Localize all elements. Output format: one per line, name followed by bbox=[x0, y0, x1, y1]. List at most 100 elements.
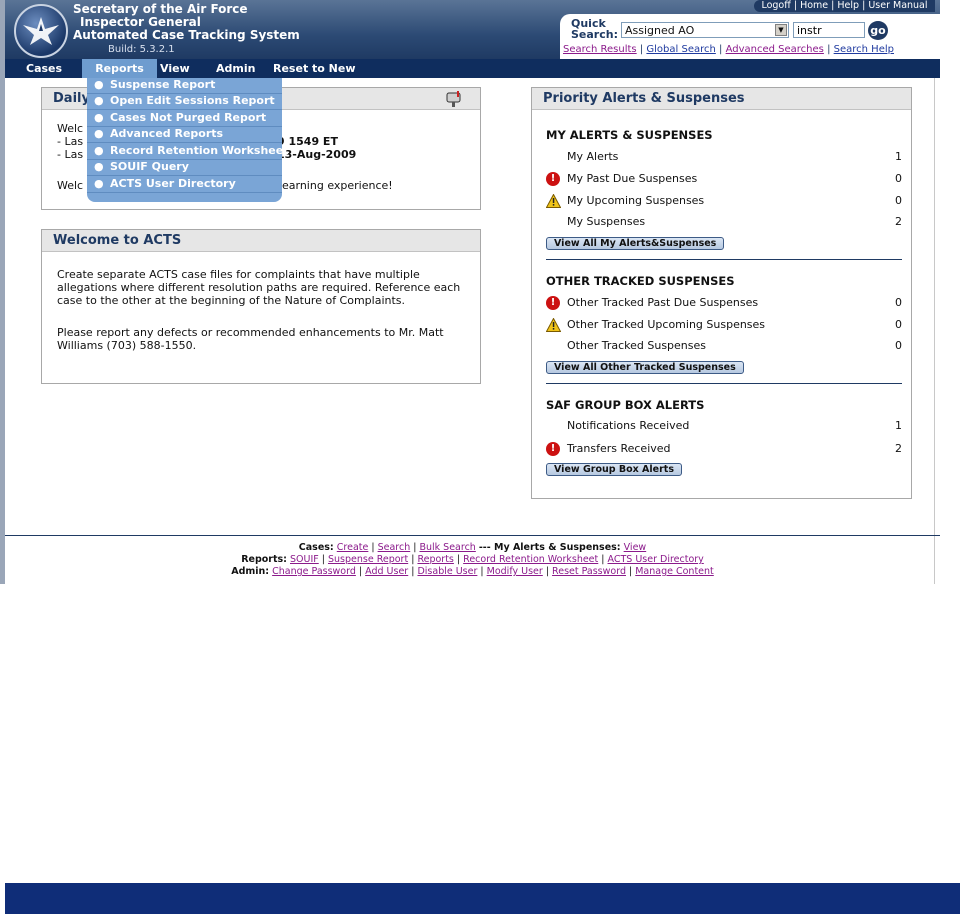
row-my-alerts[interactable]: My Alerts 1 bbox=[546, 149, 902, 165]
menu-item-label: SOUIF Query bbox=[110, 160, 189, 173]
row-count: 2 bbox=[895, 442, 902, 455]
nav-reset-to-new[interactable]: Reset to New bbox=[273, 59, 356, 78]
bullet-icon: ● bbox=[94, 111, 104, 124]
row-label: My Past Due Suspenses bbox=[567, 172, 698, 185]
row-other-upcoming[interactable]: Other Tracked Upcoming Suspenses 0 bbox=[546, 317, 902, 333]
menu-item-cases-not-purged[interactable]: ● Cases Not Purged Report bbox=[87, 111, 282, 127]
row-my-upcoming[interactable]: My Upcoming Suspenses 0 bbox=[546, 193, 902, 209]
user-manual-link[interactable]: User Manual bbox=[868, 0, 927, 11]
menu-item-suspense-report[interactable]: ● Suspense Report bbox=[87, 78, 282, 94]
nav-reports[interactable]: Reports bbox=[82, 59, 157, 78]
view-all-my-alerts-button[interactable]: View All My Alerts&Suspenses bbox=[546, 237, 725, 250]
footer-line-reports: Reports: SOUIF | Suspense Report | Repor… bbox=[241, 554, 704, 565]
footer-change-password-link[interactable]: Change Password bbox=[272, 566, 356, 577]
air-force-wings-icon bbox=[23, 17, 59, 45]
footer-search-link[interactable]: Search bbox=[378, 542, 411, 553]
menu-item-label: Record Retention Worksheet bbox=[110, 144, 289, 157]
quick-search-label: Quick Search: bbox=[571, 18, 618, 40]
menu-item-record-retention[interactable]: ● Record Retention Worksheet bbox=[87, 144, 288, 160]
menu-item-advanced-reports[interactable]: ● Advanced Reports bbox=[87, 127, 282, 143]
warning-icon bbox=[546, 318, 561, 332]
error-icon: ! bbox=[546, 172, 560, 186]
section-divider bbox=[546, 383, 902, 384]
help-link[interactable]: Help bbox=[837, 0, 859, 11]
daily-line-4-left: Welc bbox=[57, 179, 84, 192]
go-button[interactable]: go bbox=[868, 21, 888, 40]
footer-souif-link[interactable]: SOUIF bbox=[290, 554, 319, 565]
row-my-suspenses[interactable]: My Suspenses 2 bbox=[546, 214, 902, 230]
nav-cases[interactable]: Cases bbox=[26, 59, 62, 78]
footer-view-link[interactable]: View bbox=[624, 542, 647, 553]
row-notifications-received[interactable]: Notifications Received 1 bbox=[546, 418, 902, 434]
bullet-icon: ● bbox=[94, 94, 104, 107]
row-transfers-received[interactable]: ! Transfers Received 2 bbox=[546, 441, 902, 457]
bullet-icon: ● bbox=[94, 78, 104, 91]
footer-create-link[interactable]: Create bbox=[337, 542, 369, 553]
advanced-searches-link[interactable]: Advanced Searches bbox=[726, 44, 824, 55]
mailbox-icon[interactable] bbox=[445, 90, 463, 114]
footer-user-directory-link[interactable]: ACTS User Directory bbox=[608, 554, 704, 565]
error-icon: ! bbox=[546, 442, 560, 456]
row-count: 1 bbox=[895, 419, 902, 432]
quick-search-panel: Quick Search: Assigned AO ▼ go Search Re… bbox=[560, 14, 940, 59]
global-search-link[interactable]: Global Search bbox=[646, 44, 715, 55]
row-other-tracked[interactable]: Other Tracked Suspenses 0 bbox=[546, 338, 902, 354]
row-label: My Upcoming Suspenses bbox=[567, 194, 705, 207]
air-force-logo[interactable] bbox=[14, 4, 68, 58]
section-my-alerts-heading: MY ALERTS & SUSPENSES bbox=[546, 128, 713, 142]
app-title-line-3: Automated Case Tracking System bbox=[73, 28, 300, 42]
header: Secretary of the Air Force Inspector Gen… bbox=[5, 0, 940, 59]
menu-item-souif-query[interactable]: ● SOUIF Query bbox=[87, 160, 282, 176]
reports-dropdown-menu: ● Suspense Report ● Open Edit Sessions Rep… bbox=[87, 78, 288, 202]
quick-search-input[interactable] bbox=[793, 22, 865, 38]
footer-rule bbox=[5, 535, 940, 536]
footer-manage-content-link[interactable]: Manage Content bbox=[635, 566, 714, 577]
welcome-paragraph-1: Create separate ACTS case files for comp… bbox=[57, 268, 461, 307]
footer-bulk-search-link[interactable]: Bulk Search bbox=[419, 542, 475, 553]
quick-search-links: Search Results | Global Search | Advance… bbox=[563, 44, 894, 55]
footer-suspense-report-link[interactable]: Suspense Report bbox=[328, 554, 408, 565]
quick-search-field-select[interactable]: Assigned AO ▼ bbox=[621, 22, 789, 38]
view-all-other-tracked-button[interactable]: View All Other Tracked Suspenses bbox=[546, 361, 744, 374]
view-group-box-alerts-button[interactable]: View Group Box Alerts bbox=[546, 463, 682, 476]
quick-search-label-line-2: Search: bbox=[571, 28, 618, 41]
footer-add-user-link[interactable]: Add User bbox=[365, 566, 408, 577]
nav-view[interactable]: View bbox=[160, 59, 190, 78]
build-version: Build: 5.3.2.1 bbox=[108, 44, 175, 55]
row-my-past-due[interactable]: ! My Past Due Suspenses 0 bbox=[546, 171, 902, 187]
footer-line-cases: Cases: Create | Search | Bulk Search ---… bbox=[298, 542, 647, 553]
search-results-link[interactable]: Search Results bbox=[563, 44, 637, 55]
footer-disable-user-link[interactable]: Disable User bbox=[417, 566, 477, 577]
logoff-link[interactable]: Logoff bbox=[761, 0, 790, 11]
bullet-icon: ● bbox=[94, 177, 104, 190]
error-icon: ! bbox=[546, 296, 560, 310]
footer-record-retention-link[interactable]: Record Retention Worksheet bbox=[463, 554, 598, 565]
welcome-box: Welcome to ACTS Create separate ACTS cas… bbox=[41, 229, 481, 384]
menu-item-open-edit-sessions[interactable]: ● Open Edit Sessions Report bbox=[87, 94, 282, 110]
menu-item-acts-user-directory[interactable]: ● ACTS User Directory bbox=[87, 177, 282, 193]
dropdown-arrow-icon[interactable]: ▼ bbox=[775, 24, 787, 36]
row-count: 0 bbox=[895, 339, 902, 352]
row-count: 0 bbox=[895, 296, 902, 309]
home-link[interactable]: Home bbox=[800, 0, 828, 11]
footer-reset-password-link[interactable]: Reset Password bbox=[552, 566, 626, 577]
quick-search-selected-field: Assigned AO bbox=[625, 24, 695, 37]
row-label: Transfers Received bbox=[567, 442, 671, 455]
menu-item-label: ACTS User Directory bbox=[110, 177, 236, 190]
row-count: 1 bbox=[895, 150, 902, 163]
footer-alerts-label: --- My Alerts & Suspenses: bbox=[478, 542, 621, 553]
row-label: My Alerts bbox=[567, 150, 619, 163]
footer-reports-label: Reports: bbox=[241, 554, 287, 565]
welcome-paragraph-2: Please report any defects or recommended… bbox=[57, 326, 444, 352]
daily-line-4-right: earning experience! bbox=[282, 179, 393, 192]
footer-reports-link[interactable]: Reports bbox=[417, 554, 453, 565]
row-other-past-due[interactable]: ! Other Tracked Past Due Suspenses 0 bbox=[546, 295, 902, 311]
footer-links: Cases: Create | Search | Bulk Search ---… bbox=[5, 542, 940, 578]
bullet-icon: ● bbox=[94, 160, 104, 173]
search-help-link[interactable]: Search Help bbox=[834, 44, 894, 55]
top-links: Logoff | Home | Help | User Manual bbox=[754, 0, 935, 12]
footer-modify-user-link[interactable]: Modify User bbox=[487, 566, 543, 577]
row-count: 2 bbox=[895, 215, 902, 228]
nav-admin[interactable]: Admin bbox=[216, 59, 255, 78]
row-label: Other Tracked Past Due Suspenses bbox=[567, 296, 759, 309]
